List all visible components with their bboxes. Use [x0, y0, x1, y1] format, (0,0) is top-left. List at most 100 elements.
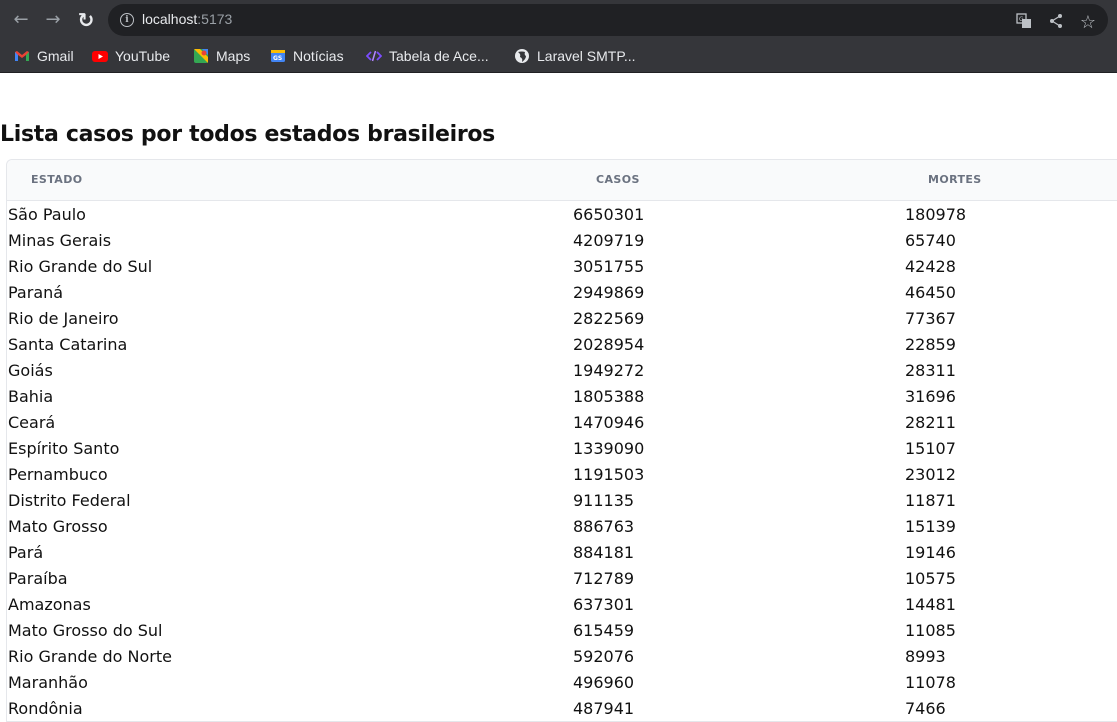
cell-casos: 884181 — [573, 543, 635, 562]
bookmarks-bar: Gmail YouTube Maps GS Notícias Tabela de… — [0, 40, 1117, 73]
bookmark-label: Maps — [216, 48, 251, 64]
cell-estado: Pernambuco — [8, 465, 108, 484]
svg-text:GS: GS — [273, 55, 282, 62]
cell-casos: 1191503 — [573, 465, 645, 484]
cell-estado: Mato Grosso do Sul — [8, 621, 163, 640]
cell-casos: 637301 — [573, 595, 635, 614]
table-row: Paraná 2949869 46450 — [7, 279, 1117, 305]
cell-estado: Espírito Santo — [8, 439, 120, 458]
bookmark-tabela[interactable]: Tabela de Ace... — [365, 46, 489, 66]
cell-estado: Paraná — [8, 283, 64, 302]
table-row: Distrito Federal 911135 11871 — [7, 487, 1117, 513]
table-row: São Paulo 6650301 180978 — [7, 201, 1117, 227]
table-row: Pará 884181 19146 — [7, 539, 1117, 565]
cell-estado: Rio Grande do Norte — [8, 647, 172, 666]
cell-mortes: 11078 — [905, 673, 956, 692]
bookmark-maps[interactable]: Maps — [193, 46, 250, 66]
cell-estado: Santa Catarina — [8, 335, 128, 354]
url-host: localhost — [142, 11, 198, 27]
table-body: São Paulo 6650301 180978 Minas Gerais 420971… — [7, 201, 1117, 721]
share-icon[interactable] — [1046, 13, 1066, 33]
cell-casos: 592076 — [573, 647, 635, 666]
cell-mortes: 31696 — [905, 387, 956, 406]
cell-estado: São Paulo — [8, 205, 86, 224]
cell-mortes: 46450 — [905, 283, 956, 302]
bookmark-star-icon[interactable]: ☆ — [1078, 13, 1098, 33]
youtube-icon — [92, 48, 108, 64]
cell-estado: Goiás — [8, 361, 53, 380]
table-row: Rondônia 487941 7466 — [7, 695, 1117, 721]
code-icon — [365, 48, 383, 64]
cell-mortes: 65740 — [905, 231, 956, 250]
table-row: Rio Grande do Norte 592076 8993 — [7, 643, 1117, 669]
bookmark-noticias[interactable]: GS Notícias — [270, 46, 344, 66]
cell-casos: 615459 — [573, 621, 635, 640]
table-row: Minas Gerais 4209719 65740 — [7, 227, 1117, 253]
cell-mortes: 77367 — [905, 309, 956, 328]
cell-estado: Rio de Janeiro — [8, 309, 119, 328]
cell-mortes: 28311 — [905, 361, 956, 380]
site-info-icon[interactable]: i — [120, 13, 134, 27]
forward-arrow-icon[interactable]: → — [42, 9, 64, 31]
cell-estado: Bahia — [8, 387, 54, 406]
svg-text:G: G — [1019, 16, 1024, 23]
table-row: Mato Grosso do Sul 615459 11085 — [7, 617, 1117, 643]
table-row: Rio de Janeiro 2822569 77367 — [7, 305, 1117, 331]
cell-mortes: 15139 — [905, 517, 956, 536]
cell-casos: 2949869 — [573, 283, 645, 302]
table-header: ESTADO CASOS MORTES — [7, 160, 1117, 201]
bookmark-label: Gmail — [37, 48, 74, 64]
back-arrow-icon[interactable]: ← — [10, 9, 32, 31]
cell-mortes: 10575 — [905, 569, 956, 588]
cell-casos: 911135 — [573, 491, 635, 510]
table-row: Maranhão 496960 11078 — [7, 669, 1117, 695]
cell-mortes: 11871 — [905, 491, 956, 510]
cell-mortes: 8993 — [905, 647, 946, 666]
table-row: Bahia 1805388 31696 — [7, 383, 1117, 409]
url-text: localhost:5173 — [142, 11, 232, 27]
cell-estado: Minas Gerais — [8, 231, 112, 250]
translate-icon[interactable]: G — [1014, 13, 1034, 33]
cell-estado: Mato Grosso — [8, 517, 108, 536]
browser-toolbar: ← → ↻ i localhost:5173 G ☆ — [0, 0, 1117, 40]
column-header-estado: ESTADO — [31, 173, 83, 186]
bookmark-label: Tabela de Ace... — [389, 48, 489, 64]
cell-mortes: 11085 — [905, 621, 956, 640]
table-row: Espírito Santo 1339090 15107 — [7, 435, 1117, 461]
cell-estado: Ceará — [8, 413, 56, 432]
cell-casos: 496960 — [573, 673, 635, 692]
address-bar[interactable]: i localhost:5173 G ☆ — [108, 4, 1108, 36]
table-row: Santa Catarina 2028954 22859 — [7, 331, 1117, 357]
table-row: Paraíba 712789 10575 — [7, 565, 1117, 591]
cell-mortes: 19146 — [905, 543, 956, 562]
cell-mortes: 22859 — [905, 335, 956, 354]
table-row: Goiás 1949272 28311 — [7, 357, 1117, 383]
cell-estado: Pará — [8, 543, 44, 562]
cell-estado: Distrito Federal — [8, 491, 131, 510]
table-row: Mato Grosso 886763 15139 — [7, 513, 1117, 539]
cell-mortes: 15107 — [905, 439, 956, 458]
bookmark-laravel[interactable]: Laravel SMTP... — [514, 46, 636, 66]
cell-casos: 3051755 — [573, 257, 645, 276]
gmail-icon — [14, 48, 30, 64]
bookmark-gmail[interactable]: Gmail — [14, 46, 74, 66]
cell-casos: 1339090 — [573, 439, 645, 458]
cell-casos: 712789 — [573, 569, 635, 588]
page-title: Lista casos por todos estados brasileiro… — [0, 122, 495, 147]
states-table: ESTADO CASOS MORTES São Paulo 6650301 1809… — [6, 159, 1117, 722]
cell-casos: 886763 — [573, 517, 635, 536]
cell-estado: Rio Grande do Sul — [8, 257, 153, 276]
bookmark-youtube[interactable]: YouTube — [92, 46, 170, 66]
bookmark-label: Laravel SMTP... — [537, 48, 636, 64]
cell-casos: 1470946 — [573, 413, 645, 432]
table-row: Amazonas 637301 14481 — [7, 591, 1117, 617]
url-port: :5173 — [197, 11, 233, 27]
cell-estado: Amazonas — [8, 595, 91, 614]
cell-casos: 1805388 — [573, 387, 645, 406]
globe-icon — [514, 48, 530, 64]
cell-mortes: 180978 — [905, 205, 967, 224]
bookmark-label: Notícias — [293, 48, 344, 64]
cell-casos: 2028954 — [573, 335, 645, 354]
reload-icon[interactable]: ↻ — [75, 9, 97, 31]
cell-estado: Paraíba — [8, 569, 68, 588]
